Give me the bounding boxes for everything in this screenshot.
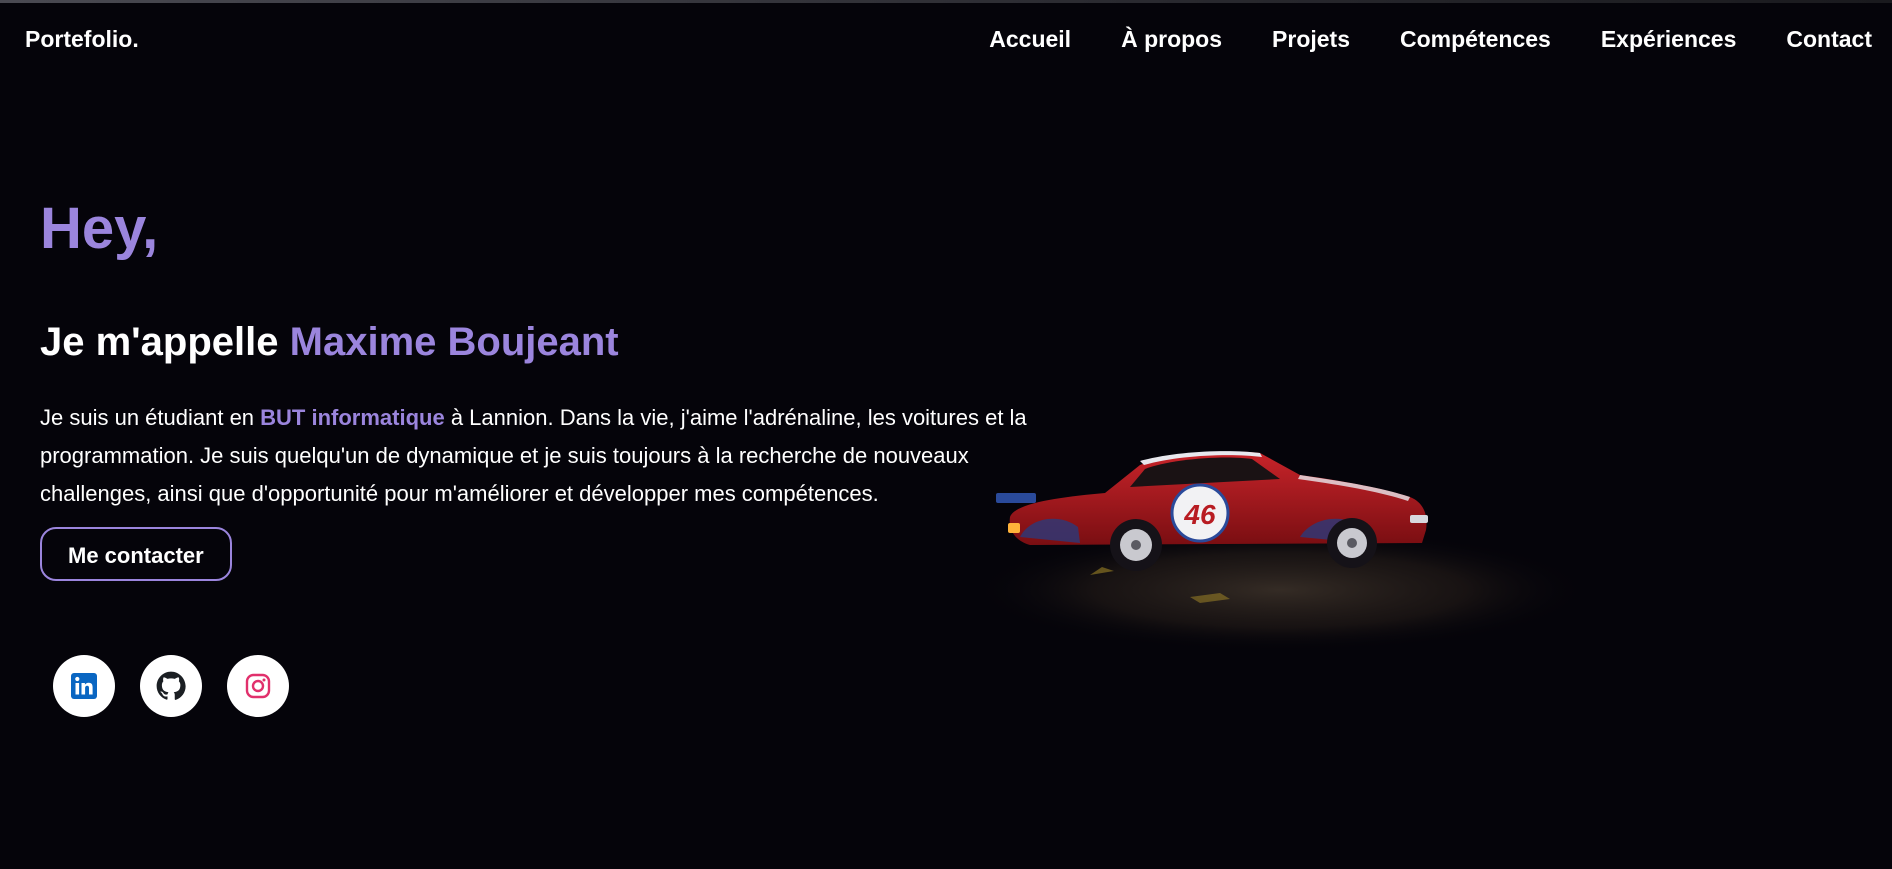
nav-accueil[interactable]: Accueil <box>989 26 1071 53</box>
hero-section: Hey, Je m'appelle Maxime Boujeant Je sui… <box>40 195 1030 581</box>
linkedin-icon <box>71 673 97 699</box>
race-car-image: 46 <box>970 451 1590 652</box>
contact-button[interactable]: Me contacter <box>40 527 232 581</box>
intro-prefix: Je m'appelle <box>40 320 290 364</box>
hero-car-illustration: 46 <box>940 425 1590 665</box>
main-nav: Accueil À propos Projets Compétences Exp… <box>989 26 1872 53</box>
instagram-icon <box>245 673 271 699</box>
instagram-link[interactable] <box>227 655 289 717</box>
nav-contact[interactable]: Contact <box>1786 26 1872 53</box>
github-icon <box>156 671 186 700</box>
github-link[interactable] <box>140 655 202 717</box>
social-links <box>53 655 289 717</box>
top-strip <box>0 0 1892 3</box>
nav-projets[interactable]: Projets <box>1272 26 1350 53</box>
nav-a-propos[interactable]: À propos <box>1121 26 1222 53</box>
bio-text-start: Je suis un étudiant en <box>40 405 261 430</box>
bio-highlight: BUT informatique <box>260 405 445 430</box>
person-name: Maxime Boujeant <box>289 320 619 364</box>
intro-heading: Je m'appelle Maxime Boujeant <box>40 320 1030 365</box>
bio-paragraph: Je suis un étudiant en BUT informatique … <box>40 399 1030 513</box>
linkedin-link[interactable] <box>53 655 115 717</box>
greeting-heading: Hey, <box>40 196 159 261</box>
site-logo[interactable]: Portefolio. <box>25 26 139 53</box>
car-number: 46 <box>1183 499 1216 530</box>
nav-competences[interactable]: Compétences <box>1400 26 1551 53</box>
nav-experiences[interactable]: Expériences <box>1601 26 1737 53</box>
page: Portefolio. Accueil À propos Projets Com… <box>0 0 1892 869</box>
